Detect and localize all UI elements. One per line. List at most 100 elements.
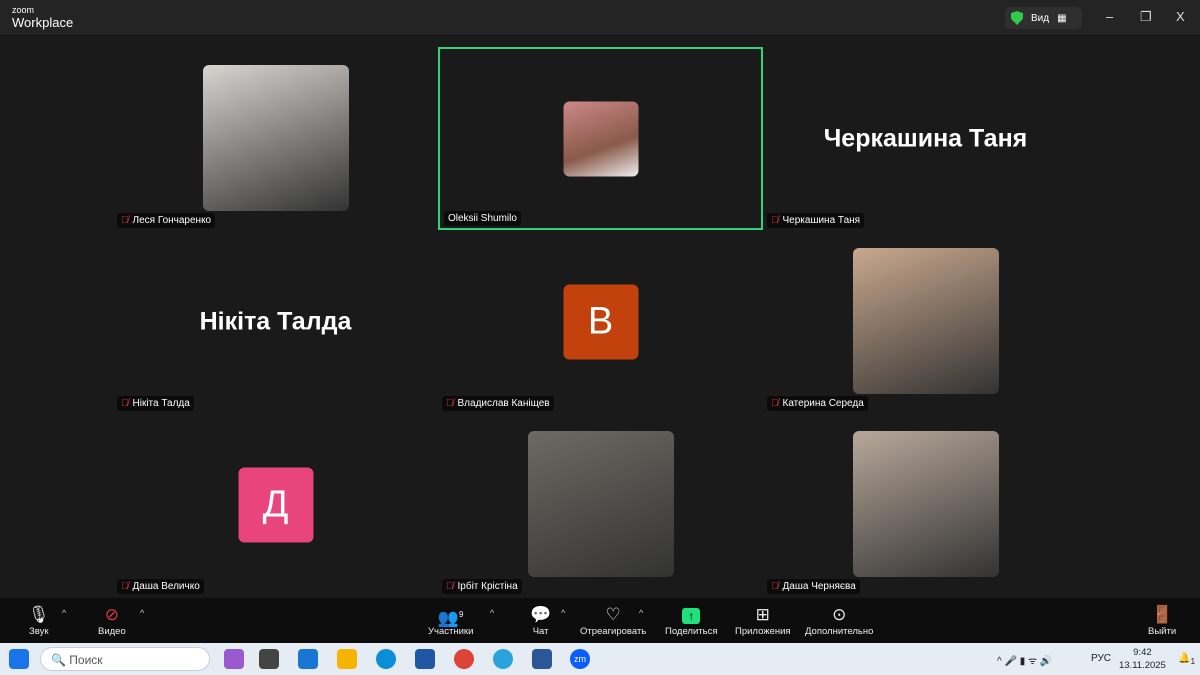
participant-name-large: Черкашина Таня [823, 124, 1028, 152]
video-off-icon: ⊘ [104, 605, 119, 624]
participant-tile[interactable]: Черкашина Таня 🎙̸ Черкашина Таня [763, 47, 1088, 230]
participants-button[interactable]: 👥9 Участники [428, 604, 473, 637]
task-view-icon[interactable] [259, 649, 279, 669]
copilot-icon[interactable] [224, 649, 244, 669]
share-label: Поделиться [665, 626, 718, 637]
muted-mic-icon: 🎙̸ [446, 581, 454, 592]
participant-name: Владислав Каніщев [457, 398, 550, 409]
leave-button[interactable]: 🚪 Выйти [1148, 604, 1176, 637]
logo-big: Workplace [12, 15, 74, 30]
participants-caret[interactable]: ^ [490, 608, 494, 618]
view-button[interactable]: Вид ▦ [1005, 7, 1082, 29]
participant-tile[interactable]: 🎙̸ Даша Черняєва [763, 413, 1088, 596]
notification-icon[interactable]: 🔔1 [1178, 653, 1195, 666]
muted-mic-icon: 🎙̸ [121, 398, 129, 409]
time: 9:42 [1133, 647, 1152, 658]
participant-avatar-photo [563, 101, 638, 176]
share-icon: ↑ [665, 604, 717, 626]
muted-mic-icon: 🎙̸ [121, 581, 129, 592]
store-icon[interactable] [415, 649, 435, 669]
chat-icon: 💬 [530, 605, 552, 624]
participant-name: Ірбіт Крістіна [457, 581, 518, 592]
audio-options-caret[interactable]: ^ [62, 608, 66, 618]
shield-icon [1011, 11, 1023, 25]
grid-icon: ▦ [1057, 12, 1067, 24]
participant-video [852, 431, 999, 577]
apps-button[interactable]: ⊞ Приложения [735, 604, 791, 637]
muted-mic-icon: 🎙̸ [771, 215, 779, 226]
muted-mic-icon: 🎙̸ [446, 398, 454, 409]
chat-button[interactable]: 💬 Чат [530, 604, 551, 637]
participant-name-label: 🎙̸ Владислав Каніщев [442, 396, 554, 411]
language-indicator[interactable]: РУС [1091, 653, 1111, 664]
react-button[interactable]: ♡ Отреагировать [580, 604, 646, 637]
close-button[interactable]: X [1176, 9, 1185, 24]
heart-icon: ♡ [605, 605, 621, 624]
windows-start-icon[interactable] [9, 649, 29, 669]
word-icon[interactable] [532, 649, 552, 669]
participant-tile[interactable]: 🎙̸ Леся Гончаренко [113, 47, 438, 230]
participant-name-label: Oleksii Shumilo [444, 211, 521, 226]
participant-tile[interactable]: 🎙̸ Ірбіт Крістіна [438, 413, 763, 596]
restore-button[interactable]: ❐ [1140, 9, 1152, 25]
participant-name-label: 🎙̸ Леся Гончаренко [117, 213, 216, 228]
participant-name-label: 🎙̸ Даша Величко [117, 579, 204, 594]
more-button[interactable]: ⊙ Дополнительно [805, 604, 873, 637]
zoom-taskbar-icon[interactable]: zm [570, 649, 590, 669]
participant-tile[interactable]: Oleksii Shumilo [438, 47, 763, 230]
participant-name-label: 🎙̸ Черкашина Таня [767, 213, 865, 228]
participant-avatar: Д [238, 467, 313, 542]
tray-icons[interactable]: ^ 🎤 ▮ ᯤ 🔊 [997, 653, 1052, 667]
participant-avatar: В [563, 284, 638, 359]
participant-name: Даша Черняєва [782, 581, 856, 592]
muted-mic-icon: 🎙̸ [121, 215, 129, 226]
participants-count: 9 [459, 610, 464, 619]
video-label: Видео [98, 626, 126, 637]
apps-label: Приложения [735, 626, 791, 637]
participant-name-label: 🎙̸ Ірбіт Крістіна [442, 579, 522, 594]
meeting-toolbar: 🎙 Звук ^ ⊘ Видео ^ 👥9 Участники ^ 💬 Чат ^ ♡ О… [0, 598, 1200, 643]
participant-name: Леся Гончаренко [132, 215, 212, 226]
participant-tile[interactable]: Д 🎙̸ Даша Величко [113, 413, 438, 596]
participant-name: Катерина Середа [782, 398, 864, 409]
participant-name-label: 🎙̸ Нікіта Талда [117, 396, 194, 411]
microphone-icon: 🎙 [28, 605, 50, 624]
react-caret[interactable]: ^ [639, 608, 643, 618]
search-placeholder: Поиск [69, 653, 103, 667]
chrome-icon[interactable] [454, 649, 474, 669]
video-button[interactable]: ⊘ Видео [98, 604, 126, 637]
telegram-icon[interactable] [493, 649, 513, 669]
share-button[interactable]: ↑ Поделиться [665, 604, 717, 637]
taskbar-search[interactable]: 🔍 Поиск [40, 647, 210, 671]
audio-label: Звук [29, 626, 49, 637]
participant-tile[interactable]: В 🎙̸ Владислав Каніщев [438, 230, 763, 413]
more-label: Дополнительно [805, 626, 874, 637]
windows-taskbar: 🔍 Поиск zm ^ 🎤 ▮ ᯤ 🔊 РУС 9:42 13.11.2025 … [0, 643, 1200, 675]
widgets-icon[interactable] [298, 649, 318, 669]
zoom-logo: zoom Workplace [12, 6, 73, 31]
notification-count: 1 [1190, 656, 1196, 666]
participant-tile[interactable]: 🎙̸ Катерина Середа [763, 230, 1088, 413]
participants-label: Участники [428, 626, 474, 637]
participant-name: Даша Величко [132, 581, 200, 592]
chat-caret[interactable]: ^ [561, 608, 565, 618]
participant-tile[interactable]: Нікіта Талда 🎙̸ Нікіта Талда [113, 230, 438, 413]
participant-video [527, 431, 674, 577]
participant-name-label: 🎙̸ Катерина Середа [767, 396, 868, 411]
leave-label: Выйти [1148, 626, 1177, 637]
edge-icon[interactable] [376, 649, 396, 669]
date: 13.11.2025 [1119, 660, 1166, 671]
view-label: Вид [1031, 12, 1050, 24]
leave-icon: 🚪 [1151, 605, 1173, 624]
participants-icon: 👥9 [437, 608, 464, 628]
video-options-caret[interactable]: ^ [140, 608, 144, 618]
clock[interactable]: 9:42 13.11.2025 [1119, 646, 1166, 672]
video-gallery: 🎙̸ Леся Гончаренко Oleksii Shumilo Черкашин… [0, 37, 1200, 598]
file-explorer-icon[interactable] [337, 649, 357, 669]
logo-small: zoom [12, 5, 35, 15]
muted-mic-icon: 🎙̸ [771, 398, 779, 409]
chat-label: Чат [532, 626, 549, 637]
minimize-button[interactable]: – [1106, 9, 1113, 24]
audio-button[interactable]: 🎙 Звук [28, 604, 50, 637]
react-label: Отреагировать [580, 626, 647, 637]
